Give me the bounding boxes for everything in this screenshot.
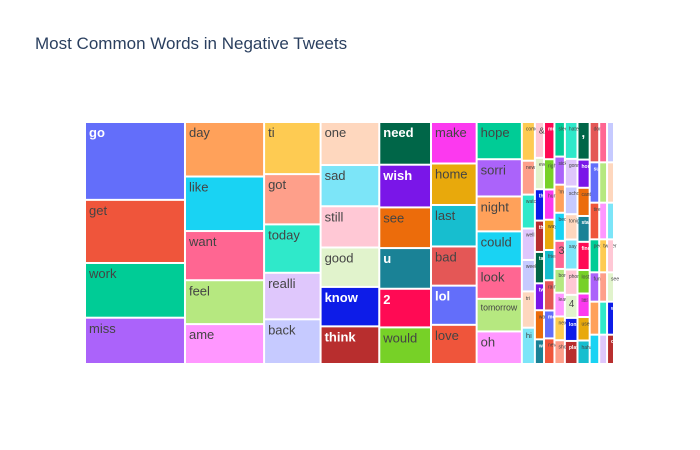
treemap-tile-label: bad [435,250,457,265]
treemap-tile-label: night [481,200,510,215]
treemap-tile-label: work [88,266,117,281]
treemap-tile-label: see [611,277,619,283]
treemap-tile-label: today [268,227,300,242]
treemap-tile-label: tire [594,207,601,213]
treemap-tile-label: one [325,125,347,140]
treemap-tile-label: 2 [383,292,390,307]
treemap-tile-label: ti [268,125,275,140]
treemap-tile-label: ame [189,327,214,342]
treemap-tile-label: 'm [558,189,564,195]
treemap-tile-label: wo [610,306,618,312]
treemap-tile-label: find [581,246,590,252]
treemap-tile-label: hi [526,331,532,340]
treemap-tile-label: back [268,322,296,337]
treemap-tile-label: hate [569,126,579,132]
treemap-tile[interactable] [600,123,607,162]
treemap-tile-label: day [189,125,210,140]
treemap-tile-label: tomorrow [481,302,518,312]
treemap-tile-label: hope [481,125,510,140]
treemap-tile[interactable] [600,203,607,239]
treemap-tile-label: sad [325,168,346,183]
treemap-tile-label: long [569,322,580,328]
treemap-tile-label: oh [481,334,495,349]
treemap-tile-label: well [526,233,535,239]
treemap-tile-label: lost [581,274,589,280]
treemap-tile-label: think [325,329,357,344]
treemap-tile-label: like [189,180,209,195]
treemap-tile[interactable] [600,273,607,301]
treemap-tile-label: , [581,125,585,140]
treemap-tile-label: cal [611,339,619,345]
treemap-tile-label: say [569,244,577,250]
treemap-tile-label: use [581,321,589,327]
treemap-tile-label: 3 [558,245,564,257]
treemap-tile-label: know [325,290,359,305]
treemap-tile-label: new [526,165,536,171]
treemap-tile-label: make [435,125,467,140]
treemap-tile-label: bed [558,217,567,223]
treemap-tile-label: cant [581,192,591,198]
treemap-tile-label: & [539,125,545,135]
treemap-tile-label: 4 [569,299,575,310]
treemap-tile-label: u [383,251,391,266]
treemap-tile-label: lol [435,289,450,304]
treemap-tile-label: fun [594,277,601,283]
treemap-tile-label: got [268,177,286,192]
treemap-tile[interactable] [590,335,599,363]
treemap-tile[interactable] [608,203,613,239]
treemap-tile-label: still [325,209,344,224]
treemap-tile-label: need [383,125,413,140]
treemap-tile-label: play [569,345,579,351]
treemap-tile-label: want [188,234,217,249]
treemap-tile-label: miss [89,321,116,336]
treemap-tile-label: would [382,330,417,345]
treemap-tile-label: wish [382,168,412,183]
treemap-tile-label: realli [268,276,296,291]
treemap-tile-label: tri [526,296,530,302]
treemap-tile-label: love [435,328,459,343]
treemap-tile-label: littl [581,298,587,304]
treemap-tile[interactable] [608,240,613,272]
treemap-tile[interactable] [608,123,613,162]
treemap-chart: go get work miss day like want feel ame ti got toda… [86,123,619,363]
treemap-tile[interactable] [600,335,607,363]
treemap-tile-label: could [481,234,512,249]
treemap-tile-label: look [481,269,505,284]
treemap-tile-label: feel [189,283,210,298]
treemap-tile-label: rain [548,284,557,290]
treemap-tile-label: home [435,167,468,182]
treemap-tile-label: last [435,208,456,223]
treemap-tile[interactable] [600,163,607,202]
treemap-tile-label: see [383,210,404,225]
treemap-tile-label: sorri [481,162,506,177]
treemap-tile[interactable] [590,302,599,334]
treemap-tile-label: go [89,125,105,140]
treemap-tile[interactable] [608,163,613,202]
chart-area: Most Common Words in Negative Tweets go g… [0,0,700,450]
treemap-tile-label: good [325,251,354,266]
treemap-tile[interactable] [600,302,607,334]
treemap-tile-label: get [89,203,107,218]
